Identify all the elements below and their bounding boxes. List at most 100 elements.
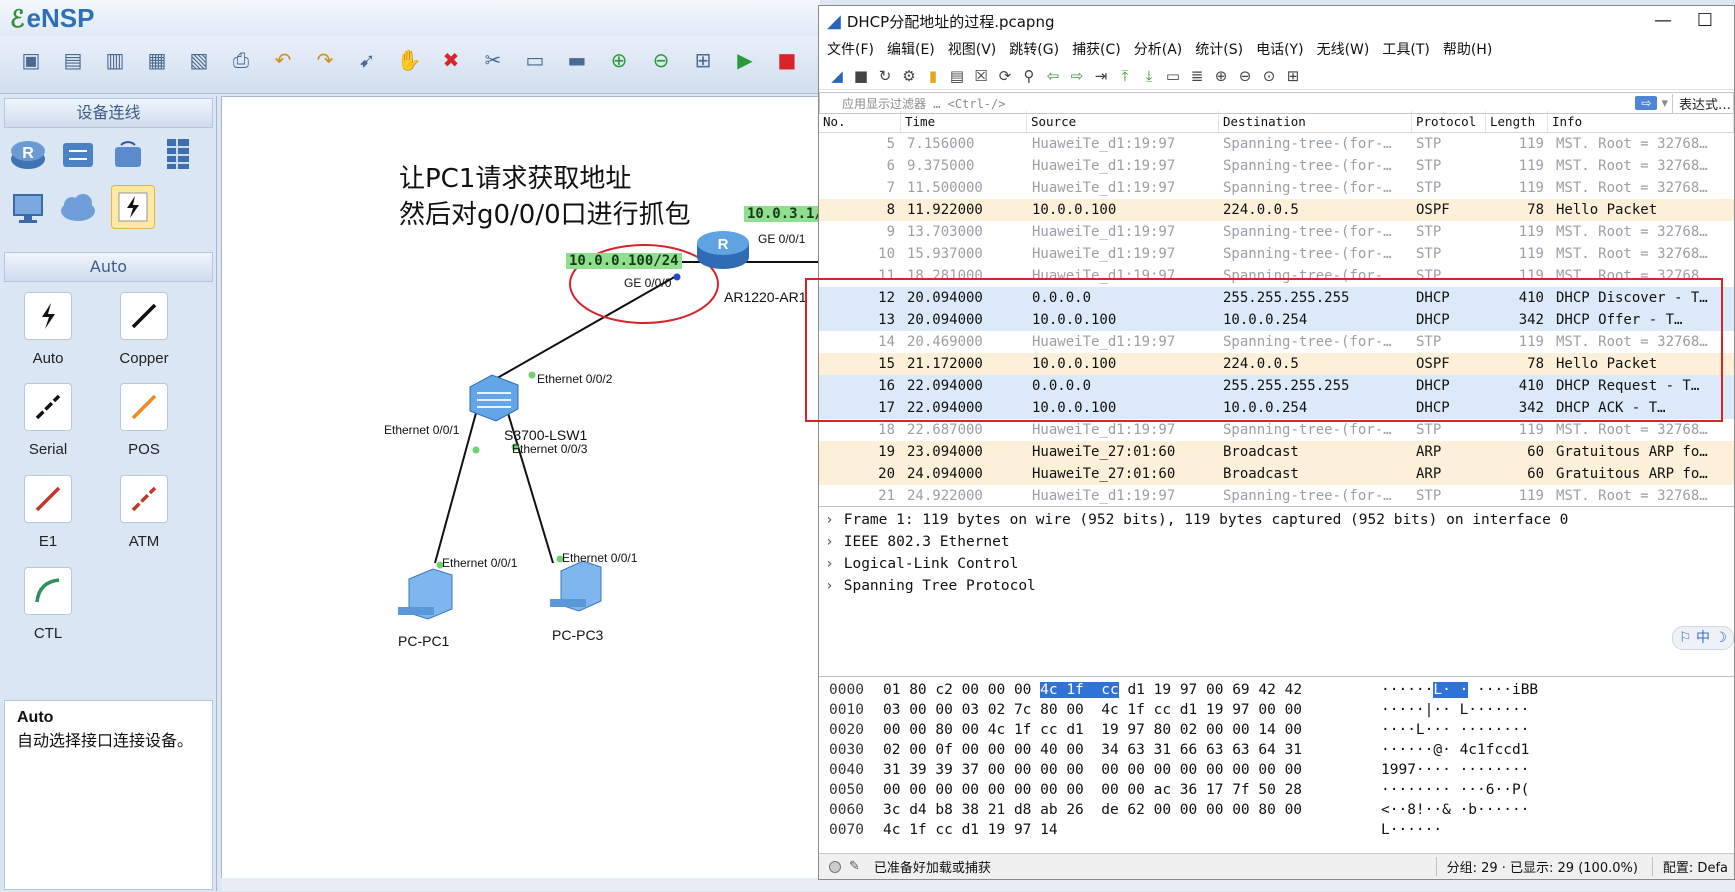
detail-row[interactable]: › Logical-Link Control (819, 553, 1734, 575)
hex-ascii[interactable]: ····L··· ········ (1353, 720, 1529, 740)
copper-cable-icon[interactable] (120, 292, 168, 340)
stop-capture-icon[interactable]: ■ (849, 67, 873, 85)
colorize-icon[interactable]: ≣ (1185, 67, 1209, 85)
pos-cable-icon[interactable] (120, 383, 168, 431)
hex-ascii[interactable]: ······L· · ····iBB (1353, 680, 1538, 700)
save-file-icon[interactable]: ▤ (945, 67, 969, 85)
stop-icon[interactable]: ■ (770, 43, 804, 77)
connection-category-icon[interactable] (111, 185, 155, 229)
menu-item-9[interactable]: 工具(T) (1382, 39, 1429, 59)
detail-row[interactable]: › IEEE 802.3 Ethernet (819, 531, 1734, 553)
expand-chevron-icon[interactable]: › (825, 534, 834, 550)
minimize-button[interactable]: — (1648, 10, 1678, 31)
display-filter-input[interactable]: 应用显示过滤器 … <Ctrl-/> (820, 95, 1635, 112)
delete-icon[interactable]: ✖ (434, 43, 468, 77)
zoom-out-icon[interactable]: ⊖ (1233, 67, 1257, 85)
packet-row[interactable]: 8 11.922000 10.0.0.100 224.0.0.5 OSPF 78 Hello… (819, 199, 1734, 221)
rectangle-icon[interactable]: ▬ (560, 43, 594, 77)
packet-row[interactable]: 5 7.156000 HuaweiTe_d1:19:97 Spanning-tree-… (819, 133, 1734, 155)
cable-ctl[interactable]: CTL (8, 567, 88, 642)
menu-item-2[interactable]: 视图(V) (948, 39, 997, 59)
hex-bytes[interactable]: 03 00 00 03 02 7c 80 00 4c 1f cc d1 19 9… (883, 700, 1353, 720)
hex-bytes[interactable]: 3c d4 b8 38 21 d8 ab 26 de 62 00 00 00 0… (883, 800, 1353, 820)
device-section-header[interactable]: 设备连线 (4, 98, 213, 128)
resize-columns-icon[interactable]: ⊞ (1281, 67, 1305, 85)
reload-icon[interactable]: ⟳ (993, 67, 1017, 85)
topo-icon[interactable]: ⊞ (686, 43, 720, 77)
packet-row[interactable]: 21 24.922000 HuaweiTe_d1:19:97 Spanning-tre… (819, 485, 1734, 506)
save-icon[interactable]: ▦ (140, 43, 174, 77)
hex-bytes[interactable]: 4c 1f cc d1 19 97 14 (883, 820, 1353, 840)
zoom-in-icon[interactable]: ⊕ (1209, 67, 1233, 85)
autoscroll-icon[interactable]: ▭ (1161, 67, 1185, 85)
cable-e1[interactable]: E1 (8, 475, 88, 550)
hex-ascii[interactable]: ········ ···6··P( (1353, 780, 1529, 800)
edit-comment-icon[interactable]: ✎ (849, 859, 860, 874)
maximize-button[interactable]: ☐ (1690, 10, 1720, 31)
menu-item-8[interactable]: 无线(W) (1317, 39, 1370, 59)
col-destination[interactable]: Destination (1219, 111, 1412, 132)
expand-chevron-icon[interactable]: › (825, 512, 834, 528)
serial-cable-icon[interactable] (24, 383, 72, 431)
open-file-icon[interactable]: ▮ (921, 67, 945, 85)
hex-ascii[interactable]: <··8!··& ·b······ (1353, 800, 1529, 820)
detail-row[interactable]: › Frame 1: 119 bytes on wire (952 bits), … (819, 509, 1734, 531)
hex-bytes[interactable]: 00 00 00 00 00 00 00 00 00 00 ac 36 17 7… (883, 780, 1353, 800)
packet-row[interactable]: 18 22.687000 HuaweiTe_d1:19:97 Spanning-tre… (819, 419, 1734, 441)
packet-row[interactable]: 20 24.094000 HuaweiTe_27:01:60 Broadcast ARP… (819, 463, 1734, 485)
normal-size-icon[interactable]: ⊙ (1257, 67, 1281, 85)
text-icon[interactable]: ▭ (518, 43, 552, 77)
menu-item-0[interactable]: 文件(F) (827, 39, 874, 59)
restart-capture-icon[interactable]: ↻ (873, 67, 897, 85)
packet-row[interactable]: 6 9.375000 HuaweiTe_d1:19:97 Spanning-tree-… (819, 155, 1734, 177)
topology-canvas[interactable]: R 让PC1请求获取地址 然后对g0/0/0口进行抓包 10.0.3.1/ 10… (221, 96, 826, 891)
detail-row[interactable]: › Spanning Tree Protocol (819, 575, 1734, 597)
menu-item-7[interactable]: 电话(Y) (1256, 39, 1303, 59)
menu-item-4[interactable]: 捕获(C) (1072, 39, 1121, 59)
packet-row[interactable]: 7 11.500000 HuaweiTe_d1:19:97 Spanning-tree… (819, 177, 1734, 199)
hex-bytes[interactable]: 02 00 0f 00 00 00 40 00 34 63 31 66 63 6… (883, 740, 1353, 760)
packet-row[interactable]: 10 15.937000 HuaweiTe_d1:19:97 Spanning-tre… (819, 243, 1734, 265)
new-topology-icon[interactable]: ▣ (14, 43, 48, 77)
menu-item-10[interactable]: 帮助(H) (1443, 39, 1492, 59)
col-protocol[interactable]: Protocol (1412, 111, 1486, 132)
hex-ascii[interactable]: ·····|·· L······· (1353, 700, 1529, 720)
go-back-icon[interactable]: ⇦ (1041, 67, 1065, 85)
col-length[interactable]: Length (1486, 111, 1548, 132)
open-icon[interactable]: ▥ (98, 43, 132, 77)
expression-button[interactable]: 表达式… (1671, 93, 1733, 113)
atm-cable-icon[interactable] (120, 475, 168, 523)
redo-icon[interactable]: ↷ (308, 43, 342, 77)
packet-row[interactable]: 9 13.703000 HuaweiTe_d1:19:97 Spanning-tree… (819, 221, 1734, 243)
select-icon[interactable]: ➹ (350, 43, 384, 77)
hand-icon[interactable]: ✋ (392, 43, 426, 77)
pc-category-icon[interactable] (6, 186, 50, 230)
capture-status-icon[interactable] (829, 860, 841, 873)
delete-link-icon[interactable]: ✂ (476, 43, 510, 77)
packet-row[interactable]: 19 23.094000 HuaweiTe_27:01:60 Broadcast ARP… (819, 441, 1734, 463)
ctl-cable-icon[interactable] (24, 567, 72, 615)
hex-bytes[interactable]: 31 39 39 37 00 00 00 00 00 00 00 00 00 0… (883, 760, 1353, 780)
menu-item-5[interactable]: 分析(A) (1134, 39, 1183, 59)
expand-chevron-icon[interactable]: › (825, 556, 834, 572)
cable-pos[interactable]: POS (104, 383, 184, 458)
firewall-category-icon[interactable] (156, 132, 200, 176)
apply-filter-icon[interactable]: ⇨ (1635, 96, 1658, 110)
hex-bytes[interactable]: 00 00 80 00 4c 1f cc d1 19 97 80 02 00 0… (883, 720, 1353, 740)
hex-ascii[interactable]: 1997···· ········ (1353, 760, 1529, 780)
close-file-icon[interactable]: ☒ (969, 67, 993, 85)
hex-bytes[interactable]: 01 80 c2 00 00 00 4c 1f cc d1 19 97 00 6… (883, 680, 1353, 700)
save-as-icon[interactable]: ▧ (182, 43, 216, 77)
router-category-icon[interactable]: R (6, 132, 50, 176)
cable-atm[interactable]: ATM (104, 475, 184, 550)
menu-item-1[interactable]: 编辑(E) (887, 39, 935, 59)
menu-item-6[interactable]: 统计(S) (1195, 39, 1243, 59)
first-packet-icon[interactable]: ⤒ (1113, 67, 1137, 85)
go-to-packet-icon[interactable]: ⇥ (1089, 67, 1113, 85)
hex-ascii[interactable]: ······@· 4c1fccd1 (1353, 740, 1529, 760)
go-forward-icon[interactable]: ⇨ (1065, 67, 1089, 85)
print-icon[interactable]: ⎙ (224, 43, 258, 77)
col-source[interactable]: Source (1027, 111, 1219, 132)
expand-chevron-icon[interactable]: › (825, 578, 834, 594)
col-info[interactable]: Info (1548, 111, 1734, 132)
